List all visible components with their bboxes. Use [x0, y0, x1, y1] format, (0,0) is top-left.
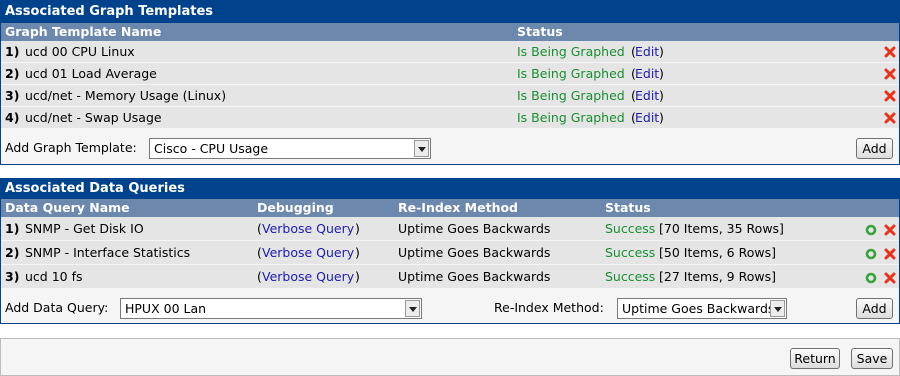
reindex-method: Uptime Goes Backwards: [398, 245, 551, 260]
edit-link[interactable]: Edit: [635, 41, 659, 63]
query-detail: [70 Items, 35 Rows]: [659, 221, 784, 236]
row-number: 2): [5, 245, 20, 260]
delete-icon[interactable]: [884, 224, 896, 236]
table-row: 1) ucd 00 CPU Linux Is Being Graphed ( E…: [1, 41, 899, 63]
edit-link[interactable]: Edit: [635, 63, 659, 85]
chevron-down-icon: [414, 140, 429, 157]
query-detail: [50 Items, 6 Rows]: [659, 245, 776, 260]
reindex-method-label: Re-Index Method:: [494, 300, 604, 315]
table-row: 2) SNMP - Interface Statistics ( Verbose…: [1, 241, 899, 265]
table-row: 2) ucd 01 Load Average Is Being Graphed …: [1, 63, 899, 85]
graph-templates-header: Graph Template Name Status: [1, 23, 899, 41]
template-name: ucd/net - Memory Usage (Linux): [25, 88, 227, 103]
data-queries-title: Associated Data Queries: [1, 179, 899, 199]
reload-icon[interactable]: [865, 248, 877, 260]
return-button[interactable]: Return: [790, 348, 840, 369]
table-row: 4) ucd/net - Swap Usage Is Being Graphed…: [1, 107, 899, 129]
verbose-query-link[interactable]: Verbose Query: [262, 217, 354, 241]
template-status: Is Being Graphed: [517, 88, 625, 103]
header-graph-template-name: Graph Template Name: [5, 24, 162, 39]
chevron-down-icon: [770, 300, 785, 317]
template-status: Is Being Graphed: [517, 44, 625, 59]
query-status: Success: [605, 221, 656, 236]
edit-link[interactable]: Edit: [635, 107, 659, 129]
add-data-query-row: Add Data Query: HPUX 00 Lan Re-Index Met…: [1, 293, 899, 323]
table-row: 1) SNMP - Get Disk IO ( Verbose Query ) …: [1, 217, 899, 241]
graph-templates-title: Associated Graph Templates: [1, 1, 899, 23]
paren-close: ): [659, 44, 664, 59]
query-status: Success: [605, 245, 656, 260]
graph-template-select-value: Cisco - CPU Usage: [154, 141, 269, 156]
template-name: ucd 00 CPU Linux: [25, 44, 135, 59]
add-data-query-label: Add Data Query:: [5, 300, 109, 315]
delete-icon[interactable]: [884, 248, 896, 260]
add-graph-template-row: Add Graph Template: Cisco - CPU Usage Ad…: [1, 133, 899, 163]
header-data-query-name: Data Query Name: [5, 200, 130, 215]
data-query-select[interactable]: HPUX 00 Lan: [120, 298, 422, 319]
header-status: Status: [517, 24, 563, 39]
delete-icon[interactable]: [884, 90, 896, 102]
header-reindex-method: Re-Index Method: [398, 200, 519, 215]
paren-close: ): [355, 221, 360, 236]
delete-icon[interactable]: [884, 272, 896, 284]
query-name: SNMP - Interface Statistics: [25, 245, 191, 260]
template-status: Is Being Graphed: [517, 66, 625, 81]
data-queries-header: Data Query Name Debugging Re-Index Metho…: [1, 199, 899, 217]
graph-template-select[interactable]: Cisco - CPU Usage: [149, 138, 431, 159]
edit-link[interactable]: Edit: [635, 85, 659, 107]
template-name: ucd/net - Swap Usage: [25, 110, 162, 125]
header-status: Status: [605, 200, 651, 215]
table-row: 3) ucd 10 fs ( Verbose Query ) Uptime Go…: [1, 265, 899, 289]
query-name: SNMP - Get Disk IO: [25, 221, 144, 236]
add-data-query-button[interactable]: Add: [856, 298, 893, 319]
reload-icon[interactable]: [865, 272, 877, 284]
query-detail: [27 Items, 9 Rows]: [659, 269, 776, 284]
delete-icon[interactable]: [884, 46, 896, 58]
row-number: 1): [5, 44, 20, 59]
row-number: 1): [5, 221, 20, 236]
data-query-select-value: HPUX 00 Lan: [125, 301, 207, 316]
table-row: 3) ucd/net - Memory Usage (Linux) Is Bei…: [1, 85, 899, 107]
data-queries-panel: Associated Data Queries Data Query Name …: [0, 178, 900, 324]
add-graph-template-label: Add Graph Template:: [5, 140, 137, 155]
reindex-method: Uptime Goes Backwards: [398, 269, 551, 284]
paren-close: ): [355, 269, 360, 284]
row-number: 3): [5, 88, 20, 103]
verbose-query-link[interactable]: Verbose Query: [262, 265, 354, 289]
verbose-query-link[interactable]: Verbose Query: [262, 241, 354, 265]
graph-templates-panel: Associated Graph Templates Graph Templat…: [0, 0, 900, 165]
row-number: 4): [5, 110, 20, 125]
query-status: Success: [605, 269, 656, 284]
row-number: 2): [5, 66, 20, 81]
template-status: Is Being Graphed: [517, 110, 625, 125]
chevron-down-icon: [405, 300, 420, 317]
delete-icon[interactable]: [884, 68, 896, 80]
paren-close: ): [355, 245, 360, 260]
paren-close: ): [659, 66, 664, 81]
header-debugging: Debugging: [257, 200, 334, 215]
query-name: ucd 10 fs: [25, 269, 83, 284]
paren-close: ): [659, 88, 664, 103]
reload-icon[interactable]: [865, 224, 877, 236]
reindex-method: Uptime Goes Backwards: [398, 221, 551, 236]
add-graph-template-button[interactable]: Add: [856, 138, 893, 159]
reindex-method-select[interactable]: Uptime Goes Backwards: [617, 298, 787, 319]
row-number: 3): [5, 269, 20, 284]
paren-close: ): [659, 110, 664, 125]
reindex-method-select-value: Uptime Goes Backwards: [622, 301, 775, 316]
save-button[interactable]: Save: [851, 348, 893, 369]
delete-icon[interactable]: [884, 112, 896, 124]
template-name: ucd 01 Load Average: [25, 66, 157, 81]
footer-panel: Return Save: [0, 338, 900, 376]
